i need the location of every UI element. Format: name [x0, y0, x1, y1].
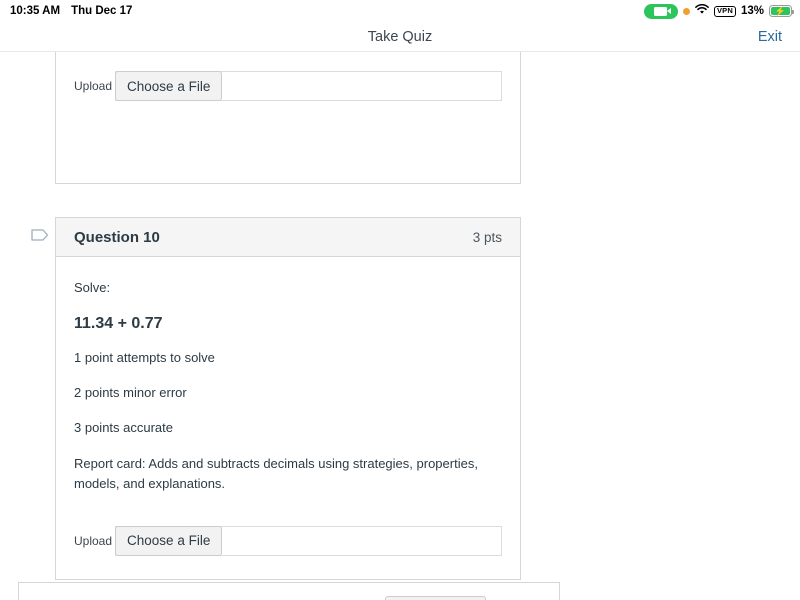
upload-label: Upload [74, 79, 113, 93]
question-10-header: Question 10 3 pts [56, 218, 520, 257]
question-10-body: Solve: 11.34 + 0.77 1 point attempts to … [56, 257, 520, 556]
battery-charging-icon: ⚡ [769, 5, 794, 17]
file-input-field[interactable]: Choose a File [115, 525, 502, 556]
app-header: Take Quiz Exit [0, 22, 800, 52]
screen-recording-pill-icon [643, 3, 678, 19]
report-card-standard: Report card: Adds and subtracts decimals… [74, 456, 478, 492]
submit-quiz-button[interactable]: Submit Quiz [384, 596, 487, 600]
question-points: 3 pts [472, 229, 502, 245]
rubric-line-3: 3 points accurate [74, 420, 174, 436]
ios-status-bar: 10:35 AM Thu Dec 17 VPN 13% ⚡ [0, 0, 800, 22]
previous-question-card: Upload Choose a File [55, 52, 521, 184]
rubric-line-2: 2 points minor error [74, 385, 187, 401]
upload-row: Upload Choose a File [74, 53, 502, 101]
quiz-save-bar: No new data to save. Last checked at 10:… [18, 582, 560, 600]
file-input-field[interactable]: Choose a File [115, 71, 502, 101]
upload-label: Upload [74, 533, 113, 548]
camera-icon [654, 6, 672, 16]
battery-percent-label: 13% [740, 5, 764, 17]
status-time: 10:35 AM [10, 5, 61, 17]
question-expression: 11.34 + 0.77 [74, 314, 163, 332]
wifi-icon [695, 4, 709, 18]
page-title: Take Quiz [367, 28, 433, 45]
question-10-card: Question 10 3 pts Solve: 11.34 + 0.77 1 … [55, 217, 521, 580]
upload-row: Upload Choose a File [74, 508, 502, 556]
flag-outline-icon[interactable] [31, 227, 49, 243]
vpn-badge-icon: VPN [713, 5, 736, 17]
choose-a-file-button[interactable]: Choose a File [115, 525, 223, 556]
choose-a-file-button[interactable]: Choose a File [115, 71, 223, 101]
exit-link[interactable]: Exit [758, 29, 782, 45]
question-name: Question 10 [74, 228, 160, 246]
question-prompt: Solve: [74, 280, 111, 295]
status-date: Thu Dec 17 [71, 5, 133, 17]
quiz-scroll-area[interactable]: Upload Choose a File Question 10 3 pts S… [0, 52, 800, 600]
orange-privacy-dot-icon [682, 7, 690, 15]
rubric-line-1: 1 point attempts to solve [74, 349, 215, 365]
